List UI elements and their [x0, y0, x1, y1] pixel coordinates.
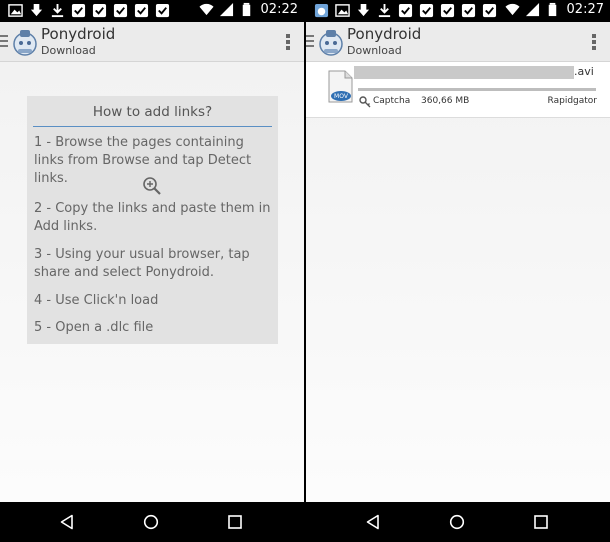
checkbox-icon — [440, 3, 455, 18]
download-icon — [51, 3, 64, 18]
left-screen: 02:22 Ponydroid Download How to add link… — [0, 0, 304, 542]
download-arrow-icon — [30, 3, 43, 17]
status-time: 02:22 — [260, 2, 298, 17]
help-box: How to add links? 1 - Browse the pages c… — [27, 96, 278, 344]
back-icon[interactable] — [59, 514, 75, 530]
back-icon[interactable] — [365, 514, 381, 530]
battery-icon — [548, 2, 556, 17]
checkbox-icon — [398, 3, 413, 18]
checkbox-icon — [461, 3, 476, 18]
nav-drawer-icon[interactable] — [0, 35, 8, 50]
system-nav-bar — [0, 502, 304, 542]
app-title: Ponydroid — [41, 25, 116, 43]
help-item: 3 - Using your usual browser, tap share … — [34, 247, 250, 280]
download-progress-bar — [358, 88, 596, 91]
status-time: 02:27 — [566, 2, 604, 17]
checkbox-icon — [113, 3, 128, 18]
download-content: MOV .avi Captcha 360,66 MB Rapidgator — [306, 62, 610, 502]
system-nav-bar — [306, 502, 610, 542]
signal-icon — [525, 2, 539, 17]
checkbox-icon — [155, 3, 170, 18]
file-type-badge: MOV — [334, 93, 349, 100]
help-divider — [33, 126, 272, 127]
app-title: Ponydroid — [347, 25, 422, 43]
wifi-icon — [199, 3, 214, 16]
checkbox-icon — [482, 3, 497, 18]
checkbox-icon — [71, 3, 86, 18]
app-subtitle: Download — [41, 44, 96, 57]
overflow-menu-icon[interactable] — [592, 34, 596, 52]
recents-icon[interactable] — [228, 515, 242, 529]
download-icon — [378, 3, 391, 18]
recents-icon[interactable] — [534, 515, 548, 529]
help-item: 2 - Copy the links and paste them in Add… — [34, 201, 271, 234]
action-bar: Ponydroid Download — [306, 22, 610, 62]
app-logo-icon[interactable] — [12, 27, 38, 57]
battery-icon — [242, 2, 250, 17]
nav-drawer-icon[interactable] — [306, 35, 314, 50]
help-title: How to add links? — [92, 104, 213, 120]
home-icon[interactable] — [143, 514, 159, 530]
zoom-in-icon — [143, 177, 161, 195]
checkbox-icon — [419, 3, 434, 18]
app-notification-icon — [314, 3, 329, 18]
status-bar: 02:27 — [306, 0, 610, 22]
download-arrow-icon — [357, 3, 370, 17]
right-screen: 02:27 Ponydroid Download MOV .avi Captch… — [306, 0, 610, 542]
image-icon — [8, 4, 23, 17]
filename-redacted — [354, 66, 574, 79]
image-icon — [335, 4, 350, 17]
download-size: 360,66 MB — [421, 96, 470, 106]
file-mov-icon: MOV — [328, 70, 353, 103]
help-item: 5 - Open a .dlc file — [34, 320, 154, 335]
download-row[interactable]: MOV .avi Captcha 360,66 MB Rapidgator — [306, 62, 610, 118]
checkbox-icon — [134, 3, 149, 18]
wifi-icon — [505, 3, 520, 16]
app-logo-icon[interactable] — [318, 27, 344, 57]
key-icon — [359, 96, 371, 108]
overflow-menu-icon[interactable] — [286, 34, 290, 52]
status-bar: 02:22 — [0, 0, 304, 22]
download-status: Captcha — [373, 96, 411, 106]
signal-icon — [219, 2, 233, 17]
home-icon[interactable] — [449, 514, 465, 530]
action-bar: Ponydroid Download — [0, 22, 304, 62]
file-extension: .avi — [574, 65, 594, 78]
help-item: 4 - Use Click'n load — [34, 293, 159, 308]
app-subtitle: Download — [347, 44, 402, 57]
download-content: How to add links? 1 - Browse the pages c… — [0, 62, 304, 502]
checkbox-icon — [92, 3, 107, 18]
download-host: Rapidgator — [547, 96, 597, 106]
